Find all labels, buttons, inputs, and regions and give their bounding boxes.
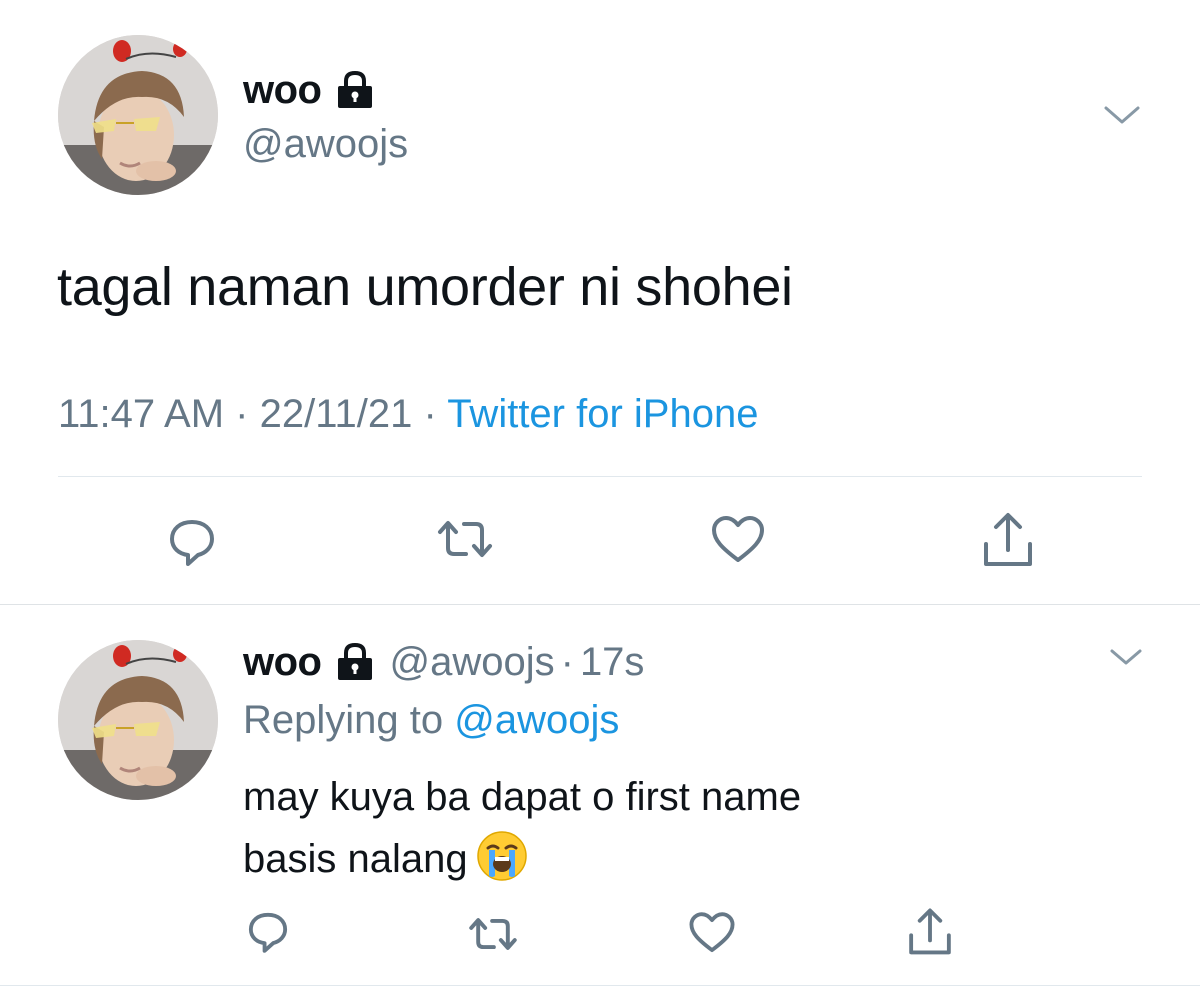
tweet-time: 11:47 AM <box>58 392 225 436</box>
tweet-age[interactable]: 17s <box>580 636 645 688</box>
like-icon[interactable] <box>710 514 766 566</box>
divider <box>0 985 1200 986</box>
reply-header: woo @awoojs · 17s <box>243 636 644 688</box>
chevron-down-icon[interactable] <box>1106 642 1146 674</box>
reply-icon[interactable] <box>164 514 220 570</box>
tweet-text-line: basis nalang <box>243 837 468 881</box>
replying-prefix: Replying to <box>243 698 444 742</box>
meta-separator: · <box>423 392 437 436</box>
meta-separator: · <box>560 640 574 684</box>
tweet-meta: 11:47 AM · 22/11/21 · Twitter for iPhone <box>58 388 758 440</box>
replying-to: Replying to @awoojs <box>243 694 619 746</box>
lock-icon <box>335 70 375 110</box>
loudly-crying-face-emoji-icon <box>476 830 528 882</box>
tweet-text: tagal naman umorder ni shohei <box>57 257 793 317</box>
replying-handle-link[interactable]: @awoojs <box>454 698 619 742</box>
display-name-row[interactable]: woo <box>243 66 375 114</box>
display-name[interactable]: woo <box>243 66 322 114</box>
handle[interactable]: @awoojs <box>389 636 554 688</box>
like-icon[interactable] <box>688 910 736 956</box>
meta-separator: · <box>235 392 249 436</box>
chevron-down-icon[interactable] <box>1100 98 1144 134</box>
tweet-text-line-wrap: basis nalang <box>243 828 1003 890</box>
tweet-source-link[interactable]: Twitter for iPhone <box>447 392 758 436</box>
avatar-photo <box>58 640 218 800</box>
tweet-date: 22/11/21 <box>259 392 413 436</box>
avatar[interactable] <box>58 35 218 195</box>
tweet-text: may kuya ba dapat o first name basis nal… <box>243 766 1003 890</box>
avatar[interactable] <box>58 640 218 800</box>
avatar-photo <box>58 35 218 195</box>
share-icon[interactable] <box>980 510 1036 568</box>
lock-icon <box>335 642 375 682</box>
divider <box>0 604 1200 605</box>
share-icon[interactable] <box>906 906 954 956</box>
retweet-icon[interactable] <box>434 514 496 564</box>
divider <box>58 476 1142 477</box>
display-name[interactable]: woo <box>243 636 322 688</box>
handle[interactable]: @awoojs <box>243 120 408 168</box>
reply-icon[interactable] <box>244 908 292 956</box>
retweet-icon[interactable] <box>466 912 520 956</box>
tweet-text-line: may kuya ba dapat o first name <box>243 775 802 819</box>
